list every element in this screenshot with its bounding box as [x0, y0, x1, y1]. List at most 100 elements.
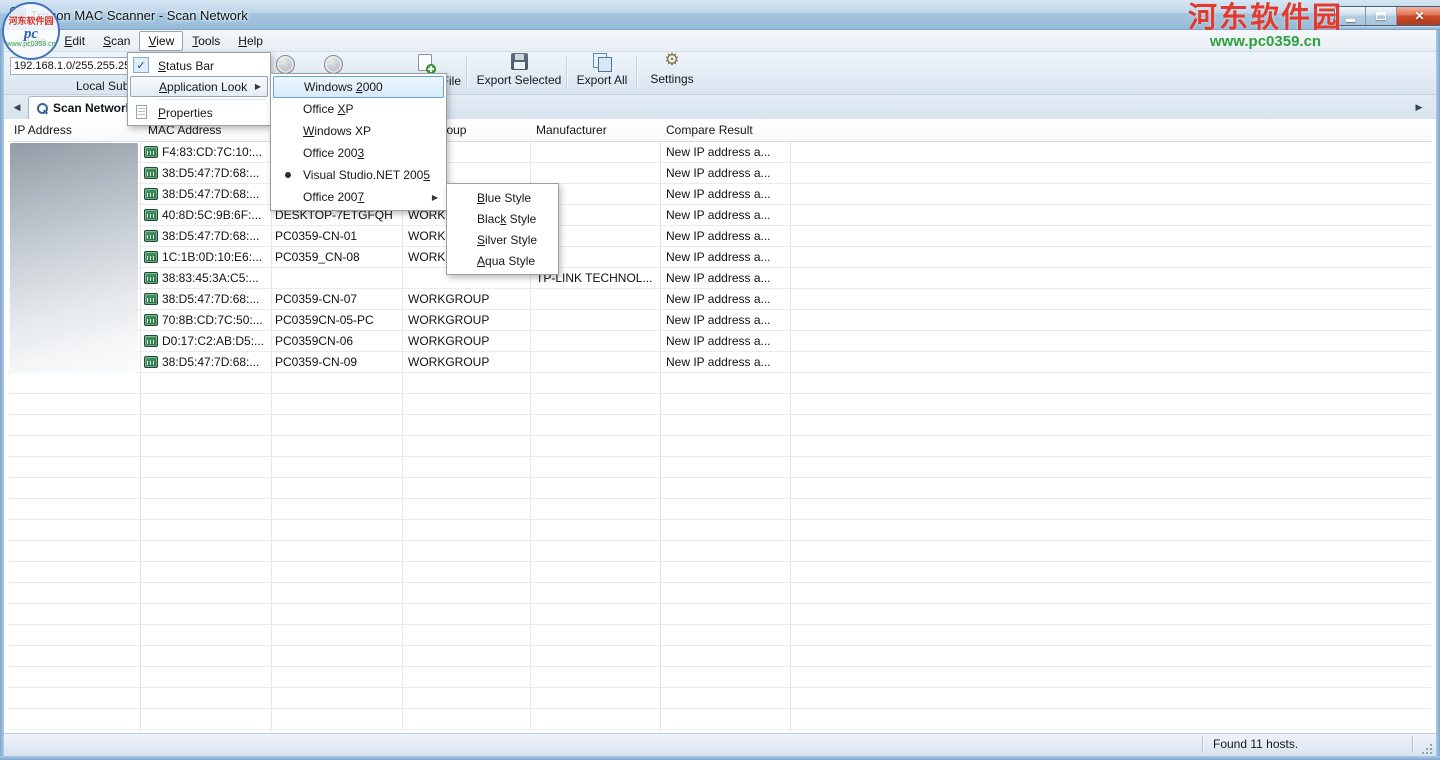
table-row[interactable]: F4:83:CD:7C:10:... New IP address a... — [8, 142, 1432, 163]
file-plus-icon — [418, 54, 432, 71]
menu-item-label: Windows 2000 — [304, 80, 383, 94]
header-manufacturer[interactable]: Manufacturer — [536, 123, 607, 137]
table-row[interactable]: 38:D5:47:7D:68:... PC0359-CN-07 WORKGROU… — [8, 289, 1432, 310]
export-all-button[interactable]: Export All — [570, 53, 634, 87]
table-row[interactable]: 70:8B:CD:7C:50:... PC0359CN-05-PC WORKGR… — [8, 310, 1432, 331]
stop-scan-button[interactable] — [324, 55, 343, 74]
table-row[interactable]: 38:D5:47:7D:68:... PC0359-CN-09 WORKGROU… — [8, 352, 1432, 373]
table-body: F4:83:CD:7C:10:... New IP address a... 3… — [8, 142, 1432, 731]
menu-item-label: Office 2003 — [303, 146, 364, 160]
menu-item-label: Aqua Style — [477, 254, 535, 268]
menu-item-label: Windows XP — [303, 124, 371, 138]
toolbar-separator — [466, 56, 467, 89]
compare-cell: New IP address a... — [666, 166, 771, 180]
header-ip-address[interactable]: IP Address — [14, 123, 72, 137]
host-cell: PC0359-CN-09 — [275, 355, 357, 369]
table-row[interactable]: 38:83:45:3A:C5:... TP-LINK TECHNOL... Ne… — [8, 268, 1432, 289]
save-disk-icon — [511, 53, 528, 70]
table-row[interactable]: 1C:1B:0D:10:E6:... PC0359_CN-08 WORKGROU… — [8, 247, 1432, 268]
menu-item-application-look[interactable]: Application Look ▶ — [130, 76, 268, 97]
network-adapter-icon — [144, 272, 158, 284]
window-border-right — [1436, 30, 1440, 756]
close-button[interactable]: ✕ — [1397, 7, 1440, 25]
close-icon: ✕ — [1414, 9, 1424, 23]
network-adapter-icon — [144, 293, 158, 305]
menu-item-label: Office 2007 — [303, 190, 364, 204]
compare-cell: New IP address a... — [666, 145, 771, 159]
compare-cell: New IP address a... — [666, 229, 771, 243]
menu-view[interactable]: View — [139, 31, 183, 51]
start-scan-button[interactable] — [276, 55, 295, 74]
watermark-top-right: 河东软件园 www.pc0359.cn — [1188, 3, 1343, 50]
menu-item-label: Office XP — [303, 102, 354, 116]
network-adapter-icon — [144, 209, 158, 221]
menu-item-label: Application Look — [159, 80, 247, 94]
menu-item-label: Visual Studio.NET 2005 — [303, 168, 430, 182]
office-2007-submenu: Blue Style Black Style Silver Style Aqua… — [446, 183, 559, 275]
menu-item-office-2003[interactable]: Office 2003 — [273, 142, 444, 164]
mac-cell: 38:83:45:3A:C5:... — [162, 271, 259, 285]
watermark-url: www.pc0359.cn — [6, 41, 55, 48]
menu-item-status-bar[interactable]: ✓ Status Bar — [130, 55, 268, 76]
menu-help[interactable]: Help — [229, 31, 272, 51]
statusbar-separator — [1412, 736, 1413, 753]
menu-item-label: Blue Style — [477, 191, 531, 205]
menu-item-aqua-style[interactable]: Aqua Style — [450, 250, 555, 271]
resize-grip[interactable] — [1430, 744, 1432, 746]
compare-cell: New IP address a... — [666, 250, 771, 264]
mac-cell: F4:83:CD:7C:10:... — [162, 145, 262, 159]
menu-item-office-xp[interactable]: Office XP — [273, 98, 444, 120]
menu-edit[interactable]: Edit — [55, 31, 94, 51]
host-cell: PC0359_CN-08 — [275, 250, 360, 264]
mac-cell: 38:D5:47:7D:68:... — [162, 187, 259, 201]
watermark-logo-text: pc — [24, 27, 38, 41]
mac-cell: 40:8D:5C:9B:6F:... — [162, 208, 261, 222]
menu-item-silver-style[interactable]: Silver Style — [450, 229, 555, 250]
compare-cell: New IP address a... — [666, 355, 771, 369]
mac-cell: 38:D5:47:7D:68:... — [162, 229, 259, 243]
menu-item-windows-xp[interactable]: Windows XP — [273, 120, 444, 142]
network-adapter-icon — [144, 230, 158, 242]
menu-item-windows-2000[interactable]: Windows 2000 — [273, 76, 444, 98]
workgroup-cell: WORKGROUP — [408, 313, 489, 327]
network-adapter-icon — [144, 188, 158, 200]
menu-scan[interactable]: Scan — [94, 31, 139, 51]
export-all-label: Export All — [577, 73, 628, 87]
copy-files-icon — [593, 53, 611, 70]
menu-item-properties[interactable]: Properties — [130, 102, 268, 123]
maximize-button[interactable] — [1366, 7, 1397, 25]
workgroup-cell: WORKGROUP — [408, 334, 489, 348]
table-row[interactable]: D0:17:C2:AB:D5:... PC0359CN-06 WORKGROUP… — [8, 331, 1432, 352]
app-window: Trogon MAC Scanner - Scan Network ✕ File… — [0, 0, 1440, 760]
menu-item-blue-style[interactable]: Blue Style — [450, 187, 555, 208]
submenu-arrow-icon: ▶ — [255, 82, 261, 91]
minimize-icon — [1346, 19, 1355, 22]
tab-scroll-right-button[interactable]: ▶ — [1410, 98, 1428, 116]
table-row[interactable]: 38:D5:47:7D:68:... New IP address a... — [8, 163, 1432, 184]
mac-cell: 38:D5:47:7D:68:... — [162, 292, 259, 306]
menu-separator — [158, 99, 266, 100]
properties-icon — [136, 105, 147, 119]
compare-cell: New IP address a... — [666, 334, 771, 348]
settings-button[interactable]: ⚙ Settings — [640, 51, 704, 86]
statusbar-separator — [1202, 736, 1203, 753]
watermark-text: 河东软件园 — [1188, 3, 1343, 34]
menu-item-visual-studio-2005[interactable]: Visual Studio.NET 2005 — [273, 164, 444, 186]
header-compare-result[interactable]: Compare Result — [666, 123, 753, 137]
table-row[interactable]: 38:D5:47:7D:68:... PC0359-CN-01 WORKGROU… — [8, 226, 1432, 247]
menu-tools[interactable]: Tools — [183, 31, 229, 51]
view-menu: ✓ Status Bar Application Look ▶ Properti… — [127, 52, 271, 126]
menu-item-office-2007[interactable]: Office 2007 ▶ — [273, 186, 444, 208]
tab-scroll-left-button[interactable]: ◀ — [8, 98, 26, 116]
export-selected-button[interactable]: Export Selected — [470, 53, 568, 87]
table-row[interactable]: 40:8D:5C:9B:6F:... DESKTOP-7ETGFQH WORKG… — [8, 205, 1432, 226]
network-adapter-icon — [144, 314, 158, 326]
mac-cell: 1C:1B:0D:10:E6:... — [162, 250, 262, 264]
table-row[interactable]: 38:D5:47:7D:68:... New IP address a... — [8, 184, 1432, 205]
export-selected-label: Export Selected — [477, 73, 562, 87]
host-cell: PC0359CN-06 — [275, 334, 353, 348]
mac-cell: 38:D5:47:7D:68:... — [162, 355, 259, 369]
ip-column-redacted — [10, 143, 138, 373]
status-text: Found 11 hosts. — [1213, 737, 1298, 751]
menu-item-black-style[interactable]: Black Style — [450, 208, 555, 229]
